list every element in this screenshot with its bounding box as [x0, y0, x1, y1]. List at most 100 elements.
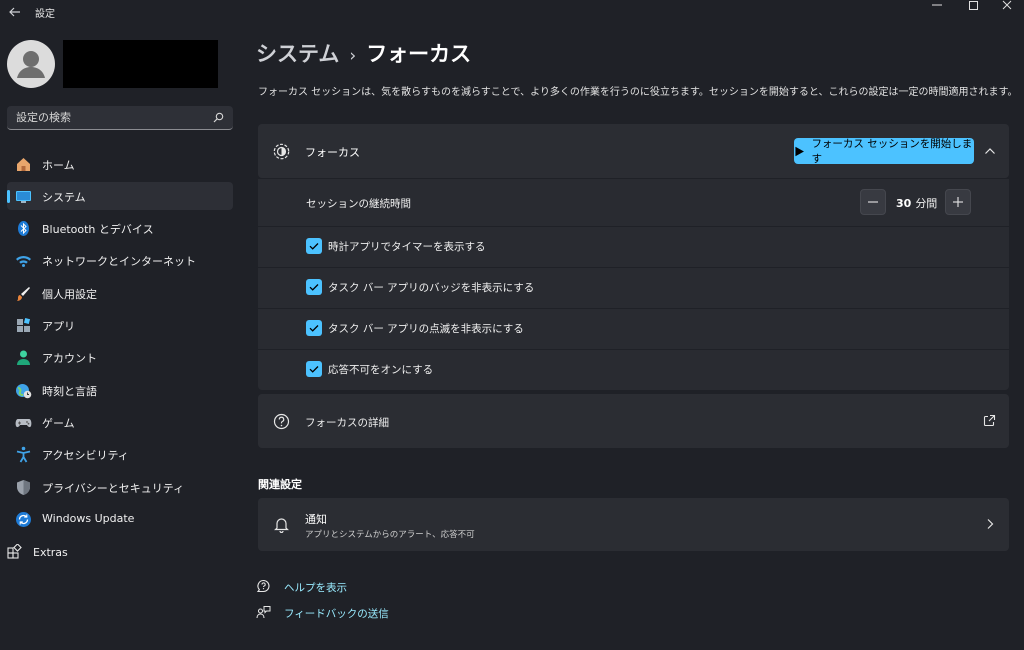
update-icon — [16, 512, 31, 527]
breadcrumb: システム › フォーカス — [256, 38, 471, 68]
sidebar-item-label: Extras — [33, 546, 68, 559]
chevron-right-icon — [987, 519, 994, 529]
sidebar-item-label: アクセシビリティ — [42, 449, 129, 462]
sidebar-item-accessibility[interactable]: アクセシビリティ — [7, 440, 233, 468]
bell-icon — [274, 518, 289, 533]
option-label: タスク バー アプリの点滅を非表示にする — [328, 323, 524, 335]
minus-icon — [868, 201, 878, 203]
focus-details-card[interactable]: フォーカスの詳細 — [258, 394, 1009, 448]
checkbox-do-not-disturb[interactable] — [306, 361, 322, 377]
monitor-icon — [16, 191, 31, 203]
option-row-hide-badges: タスク バー アプリのバッジを非表示にする — [258, 268, 1009, 308]
sidebar-item-apps[interactable]: アプリ — [7, 311, 233, 339]
focus-card-header[interactable]: フォーカス フォーカス セッションを開始します — [258, 124, 1009, 178]
feedback-icon — [256, 606, 271, 619]
bluetooth-icon — [18, 221, 29, 236]
sidebar-item-label: アプリ — [42, 320, 75, 333]
decrease-duration-button[interactable] — [860, 189, 886, 215]
option-label: タスク バー アプリのバッジを非表示にする — [328, 282, 535, 294]
plus-icon — [953, 197, 963, 207]
user-name-redacted — [63, 40, 218, 88]
app-title: 設定 — [35, 9, 55, 20]
external-link-icon — [983, 414, 996, 427]
send-feedback-label: フィードバックの送信 — [284, 608, 389, 620]
extras-icon — [7, 544, 22, 559]
accessibility-icon — [16, 446, 31, 463]
sidebar-item-label: ホーム — [42, 159, 75, 172]
sidebar-item-network[interactable]: ネットワークとインターネット — [7, 246, 233, 274]
checkmark-icon — [309, 243, 319, 250]
sidebar-item-label: ネットワークとインターネット — [42, 255, 196, 268]
sidebar-item-gaming[interactable]: ゲーム — [7, 408, 233, 436]
close-icon[interactable] — [990, 0, 1024, 12]
sidebar-item-personalization[interactable]: 個人用設定 — [7, 279, 233, 307]
avatar[interactable] — [7, 40, 55, 88]
maximize-icon[interactable] — [956, 0, 990, 12]
search-input[interactable] — [7, 106, 233, 129]
gamepad-icon — [15, 419, 32, 428]
sidebar-item-label: プライバシーとセキュリティ — [42, 482, 185, 495]
checkbox-clock-timer[interactable] — [306, 238, 322, 254]
page-title: フォーカス — [366, 42, 472, 66]
home-icon — [17, 158, 30, 171]
option-row-hide-flashing: タスク バー アプリの点滅を非表示にする — [258, 309, 1009, 349]
duration-number: 30 — [896, 197, 912, 210]
page-description: フォーカス セッションは、気を散らすものを減らすことで、より多くの作業を行うのに… — [258, 87, 1018, 98]
globe-clock-icon — [16, 384, 32, 399]
sidebar-item-accounts[interactable]: アカウント — [7, 343, 233, 371]
start-focus-session-button[interactable]: フォーカス セッションを開始します — [794, 138, 974, 165]
option-row-do-not-disturb: 応答不可をオンにする — [258, 350, 1009, 390]
checkmark-icon — [309, 284, 319, 291]
sidebar-item-windows-update[interactable]: Windows Update — [7, 505, 233, 533]
search-box[interactable] — [7, 106, 233, 130]
account-icon — [17, 350, 30, 365]
sidebar-item-label: 個人用設定 — [42, 288, 97, 301]
sidebar-item-label: システム — [42, 191, 86, 204]
focus-details-label: フォーカスの詳細 — [305, 417, 389, 429]
focus-icon — [273, 143, 290, 160]
sidebar-item-bluetooth[interactable]: Bluetooth とデバイス — [7, 214, 233, 242]
notifications-title: 通知 — [305, 513, 327, 526]
wifi-icon — [16, 256, 31, 267]
help-circle-icon — [273, 413, 290, 430]
option-label: 時計アプリでタイマーを表示する — [328, 241, 486, 253]
sidebar-item-home[interactable]: ホーム — [7, 150, 233, 178]
sidebar-item-label: アカウント — [42, 352, 97, 365]
breadcrumb-separator: › — [349, 46, 357, 66]
brush-icon — [17, 287, 30, 301]
checkmark-icon — [309, 325, 319, 332]
checkbox-hide-badges[interactable] — [306, 279, 322, 295]
sidebar-item-label: 時刻と言語 — [42, 385, 97, 398]
session-duration-label: セッションの継続時間 — [306, 198, 411, 210]
notifications-card[interactable]: 通知 アプリとシステムからのアラート、応答不可 — [258, 498, 1009, 551]
play-icon — [795, 146, 804, 156]
sidebar-item-system[interactable]: システム — [7, 182, 233, 210]
breadcrumb-parent[interactable]: システム — [256, 42, 339, 66]
checkbox-hide-flashing[interactable] — [306, 320, 322, 336]
get-help-label: ヘルプを表示 — [284, 582, 347, 594]
related-settings-heading: 関連設定 — [258, 478, 302, 491]
apps-icon — [17, 317, 31, 332]
checkmark-icon — [309, 366, 319, 373]
sidebar-item-label: Bluetooth とデバイス — [42, 223, 154, 236]
option-label: 応答不可をオンにする — [328, 364, 434, 376]
chevron-up-icon[interactable] — [982, 143, 998, 159]
increase-duration-button[interactable] — [945, 189, 971, 215]
title-bar: 設定 — [0, 0, 1024, 24]
focus-title: フォーカス — [305, 146, 360, 159]
help-chat-icon — [256, 579, 270, 593]
search-icon — [213, 112, 224, 123]
back-arrow-icon[interactable] — [6, 3, 24, 21]
session-duration-row: セッションの継続時間 30 分間 — [258, 179, 1009, 226]
minimize-icon[interactable] — [920, 0, 954, 12]
notifications-subtitle: アプリとシステムからのアラート、応答不可 — [305, 530, 475, 540]
person-icon — [17, 51, 45, 78]
sidebar-item-privacy[interactable]: プライバシーとセキュリティ — [7, 473, 233, 501]
start-focus-session-label: フォーカス セッションを開始します — [811, 138, 973, 165]
sidebar-item-label: ゲーム — [42, 417, 75, 430]
duration-unit: 分間 — [915, 197, 938, 210]
sidebar-item-time-language[interactable]: 時刻と言語 — [7, 376, 233, 404]
session-duration-value: 30 分間 — [896, 195, 937, 211]
sidebar-item-label: Windows Update — [42, 512, 135, 525]
shield-icon — [17, 480, 30, 495]
